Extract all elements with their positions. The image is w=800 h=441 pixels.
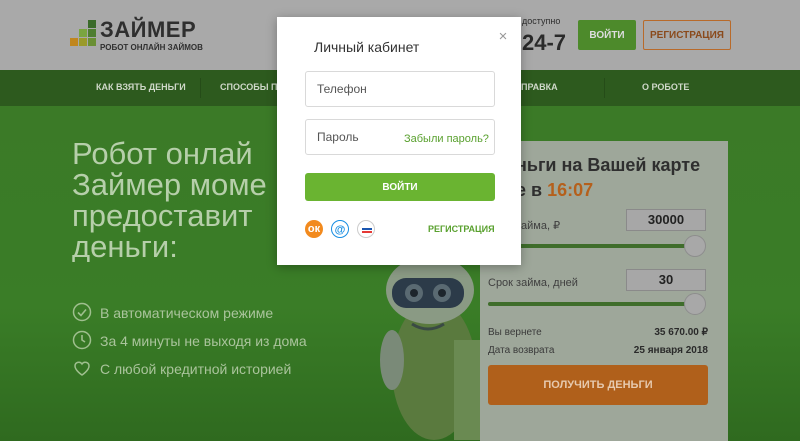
- nav-item-methods[interactable]: СПОСОБЫ ПО: [220, 82, 285, 92]
- check-circle-icon: [72, 302, 92, 322]
- mailru-icon[interactable]: @: [331, 220, 349, 238]
- login-submit-button[interactable]: ВОЙТИ: [305, 173, 495, 201]
- hero-title-line: деньги:: [72, 229, 178, 262]
- amount-input[interactable]: 30000: [626, 209, 706, 231]
- close-icon[interactable]: ×: [496, 29, 510, 44]
- hero-title-line: Займер моме: [72, 167, 267, 202]
- nav-item-about-robot[interactable]: О РОБОТЕ: [642, 82, 689, 92]
- phone-input[interactable]: [305, 71, 495, 107]
- nav-item-help[interactable]: ПРАВКА: [521, 82, 558, 92]
- availability-hours: 24-7: [522, 30, 567, 55]
- term-input[interactable]: 30: [626, 269, 706, 291]
- hero-title: Робот онлай Займер моме предоставит день…: [72, 138, 312, 262]
- clock-icon: [72, 330, 92, 350]
- logo-subtitle: РОБОТ ОНЛАЙН ЗАЙМОВ: [100, 43, 203, 52]
- forgot-password-link[interactable]: Забыли пароль?: [404, 133, 489, 145]
- return-amount-value: 35 670.00 ₽: [654, 327, 708, 338]
- logo[interactable]: ЗАЙМЕР РОБОТ ОНЛАЙН ЗАЙМОВ: [70, 17, 210, 57]
- feature-text: С любой кредитной историей: [100, 361, 292, 377]
- return-amount-label: Вы вернете: [488, 327, 542, 338]
- term-slider-handle[interactable]: [684, 293, 706, 315]
- gosuslugi-mark: [362, 228, 372, 233]
- return-date-label: Дата возврата: [488, 345, 555, 356]
- nav-divider: [604, 78, 605, 98]
- amount-slider-handle[interactable]: [684, 235, 706, 257]
- term-slider[interactable]: [488, 302, 700, 306]
- calculator-title: ньги на Вашей карте: [516, 155, 701, 175]
- return-date-row: Дата возврата 25 января 2018: [488, 345, 708, 356]
- logo-title: ЗАЙМЕР: [100, 17, 197, 42]
- robot-mascot-illustration: [380, 256, 482, 440]
- hero-title-line: Робот онлай: [72, 138, 253, 171]
- amount-label: займа, ₽: [516, 220, 561, 232]
- hero-title-line: предоставит: [72, 198, 253, 233]
- gosuslugi-icon[interactable]: [357, 220, 375, 238]
- logo-mark-icon: [70, 20, 96, 46]
- feature-text: В автоматическом режиме: [100, 305, 274, 321]
- calculator-title-line2: е в 16:07: [516, 180, 593, 201]
- term-label: Срок займа, дней: [488, 277, 578, 289]
- calculator-time: 16:07: [547, 180, 594, 200]
- modal-title: Личный кабинет: [314, 39, 420, 55]
- odnoklassniki-icon[interactable]: ок: [305, 220, 323, 238]
- modal-register-link[interactable]: РЕГИСТРАЦИЯ: [428, 224, 495, 234]
- return-amount-row: Вы вернете 35 670.00 ₽: [488, 327, 708, 338]
- login-modal: Личный кабинет × Забыли пароль? ВОЙТИ ок…: [277, 17, 521, 265]
- get-money-button[interactable]: ПОЛУЧИТЬ ДЕНЬГИ: [488, 365, 708, 405]
- return-date-value: 25 января 2018: [633, 345, 708, 356]
- nav-item-how-to-get-money[interactable]: КАК ВЗЯТЬ ДЕНЬГИ: [96, 82, 186, 92]
- heart-icon: [74, 361, 90, 376]
- feature-text: За 4 минуты не выходя из дома: [100, 333, 307, 349]
- nav-divider: [200, 78, 201, 98]
- availability-label: доступно: [522, 16, 561, 26]
- header-login-button[interactable]: ВОЙТИ: [578, 20, 636, 50]
- header-register-button[interactable]: РЕГИСТРАЦИЯ: [643, 20, 731, 50]
